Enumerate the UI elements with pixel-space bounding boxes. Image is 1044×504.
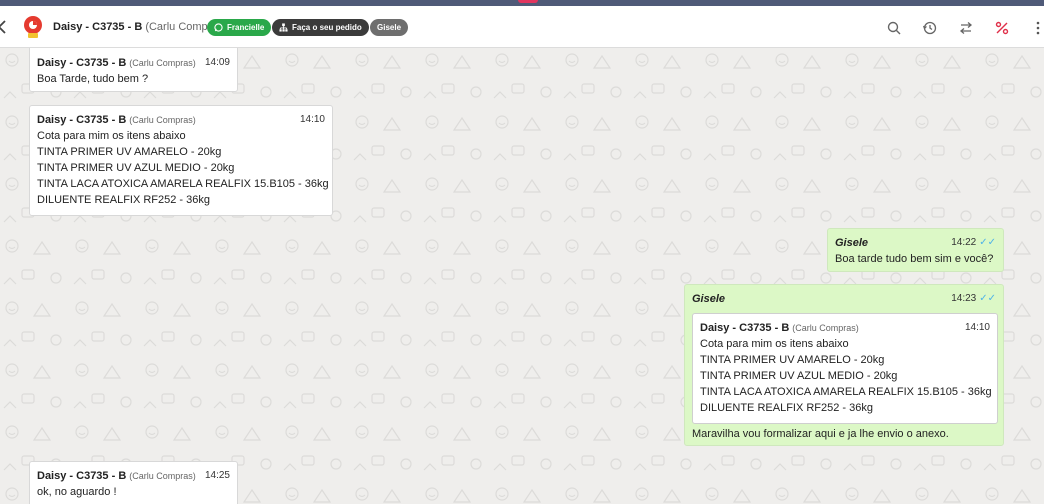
percent-icon[interactable]	[994, 20, 1010, 36]
sender-sub: (Carlu Compras)	[129, 115, 196, 125]
sender-name: Gisele	[835, 237, 869, 249]
message-bubble-incoming[interactable]: Daisy - C3735 - B (Carlu Compras) 14:10 C…	[29, 105, 333, 216]
message-time: 14:25	[204, 470, 230, 481]
message-line: TINTA PRIMER UV AZUL MEDIO - 20kg	[37, 162, 235, 174]
sender-name: Gisele	[692, 293, 726, 305]
read-ticks-icon: ✓✓	[979, 293, 996, 304]
quoted-message[interactable]: Daisy - C3735 - B (Carlu Compras) 14:10 C…	[692, 313, 998, 424]
history-icon[interactable]	[922, 20, 938, 36]
message-header: Gisele 14:23 ✓✓	[692, 291, 996, 307]
tag-francielle-label: Francielle	[227, 23, 265, 32]
quoted-header: Daisy - C3735 - B (Carlu Compras) 14:10	[700, 320, 990, 336]
message-header: Daisy - C3735 - B (Carlu Compras) 14:10	[37, 112, 325, 128]
chat-area[interactable]: Daisy - C3735 - B (Carlu Compras) 14:09 B…	[0, 48, 1044, 504]
message-time: 14:09	[204, 57, 230, 68]
contact-name[interactable]: Daisy - C3735 - B (Carlu Compras)	[53, 21, 227, 33]
message-time: 14:10	[299, 114, 325, 125]
message-line: Cota para mim os itens abaixo	[37, 130, 186, 142]
quoted-line: TINTA PRIMER UV AMARELO - 20kg	[700, 354, 885, 366]
quoted-time: 14:10	[964, 322, 990, 333]
sender-name: Daisy - C3735 - B	[37, 470, 127, 482]
quoted-line: Cota para mim os itens abaixo	[700, 338, 849, 350]
quoted-line: TINTA LACA ATOXICA AMARELA REALFIX 15.B1…	[700, 386, 992, 398]
tag-gisele[interactable]: Gisele	[370, 19, 409, 36]
search-icon[interactable]	[886, 20, 902, 36]
message-text: Maravilha vou formalizar aqui e ja lhe e…	[692, 428, 949, 440]
tab-indicator	[518, 0, 538, 3]
whatsapp-icon	[214, 23, 223, 33]
quoted-line: TINTA PRIMER UV AZUL MEDIO - 20kg	[700, 370, 898, 382]
message-bubble-outgoing[interactable]: Gisele 14:22 ✓✓ Boa tarde tudo bem sim e …	[827, 228, 1004, 272]
sender-sub: (Carlu Compras)	[129, 58, 196, 68]
message-text: Boa Tarde, tudo bem ?	[37, 73, 149, 85]
message-bubble-incoming[interactable]: Daisy - C3735 - B (Carlu Compras) 14:25 o…	[29, 461, 238, 504]
quoted-line: DILUENTE REALFIX RF252 - 36kg	[700, 402, 874, 414]
message-bubble-outgoing[interactable]: Gisele 14:23 ✓✓ Daisy - C3735 - B (Carlu C…	[684, 284, 1004, 446]
sender-sub: (Carlu Compras)	[129, 471, 196, 481]
message-time-text: 14:22	[951, 237, 977, 248]
message-text: ok, no aguardo !	[37, 486, 117, 498]
message-line: DILUENTE REALFIX RF252 - 36kg	[37, 194, 211, 206]
tag-francielle[interactable]: Francielle	[207, 19, 272, 36]
message-header: Daisy - C3735 - B (Carlu Compras) 14:09	[37, 55, 230, 71]
message-bubble-incoming[interactable]: Daisy - C3735 - B (Carlu Compras) 14:09 B…	[29, 48, 238, 92]
message-time: 14:23 ✓✓	[951, 291, 996, 307]
tag-faca-pedido[interactable]: Faça o seu pedido	[272, 19, 369, 36]
read-ticks-icon: ✓✓	[979, 237, 996, 248]
more-options-icon[interactable]	[1030, 20, 1044, 36]
quoted-sender-sub: (Carlu Compras)	[792, 323, 859, 333]
back-arrow-icon[interactable]	[0, 20, 7, 34]
message-header: Daisy - C3735 - B (Carlu Compras) 14:25	[37, 468, 230, 484]
contact-name-text: Daisy - C3735 - B	[53, 21, 143, 33]
tag-faca-pedido-label: Faça o seu pedido	[292, 23, 362, 32]
message-line: TINTA PRIMER UV AMARELO - 20kg	[37, 146, 222, 158]
chat-header: Daisy - C3735 - B (Carlu Compras) Franci…	[0, 6, 1044, 48]
tag-gisele-label: Gisele	[377, 23, 402, 32]
sender-name: Daisy - C3735 - B	[37, 57, 127, 69]
message-header: Gisele 14:22 ✓✓	[835, 235, 996, 251]
transfer-icon[interactable]	[958, 20, 974, 36]
sender-name: Daisy - C3735 - B	[37, 114, 127, 126]
message-line: TINTA LACA ATOXICA AMARELA REALFIX 15.B1…	[37, 178, 329, 190]
brand-logo	[24, 16, 42, 38]
message-text: Boa tarde tudo bem sim e você?	[835, 253, 994, 265]
sitemap-icon	[279, 23, 288, 32]
message-time-text: 14:23	[951, 293, 977, 304]
quoted-sender-name: Daisy - C3735 - B	[700, 322, 790, 334]
message-time: 14:22 ✓✓	[951, 235, 996, 251]
